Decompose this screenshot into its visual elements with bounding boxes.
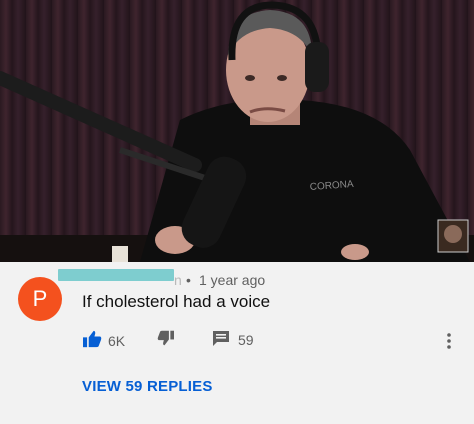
like-count: 6K <box>108 332 126 349</box>
like-button[interactable]: 6K <box>82 330 125 351</box>
video-scene: CORONA <box>0 0 474 262</box>
video-frame[interactable]: CORONA <box>0 0 474 262</box>
thumbs-up-icon <box>82 330 102 351</box>
reply-button[interactable]: 59 <box>212 330 254 350</box>
avatar[interactable]: P <box>18 277 62 321</box>
redacted-username <box>58 269 174 281</box>
timestamp: 1 year ago <box>199 272 266 288</box>
reply-icon <box>212 330 230 350</box>
meta-separator: • <box>186 272 191 288</box>
comment-card: P n • 1 year ago If cholesterol had a vo… <box>0 262 474 424</box>
thumbs-down-icon <box>157 330 175 349</box>
comment-text: If cholesterol had a voice <box>82 292 271 311</box>
reply-count: 59 <box>238 332 254 348</box>
dislike-button[interactable] <box>157 330 175 349</box>
view-replies-link[interactable]: VIEW 59 REPLIES <box>82 378 213 395</box>
more-options-button[interactable] <box>446 332 452 355</box>
username[interactable]: n <box>174 272 182 288</box>
more-vertical-icon <box>446 333 452 354</box>
comment-actions: 6K 59 <box>82 330 472 352</box>
